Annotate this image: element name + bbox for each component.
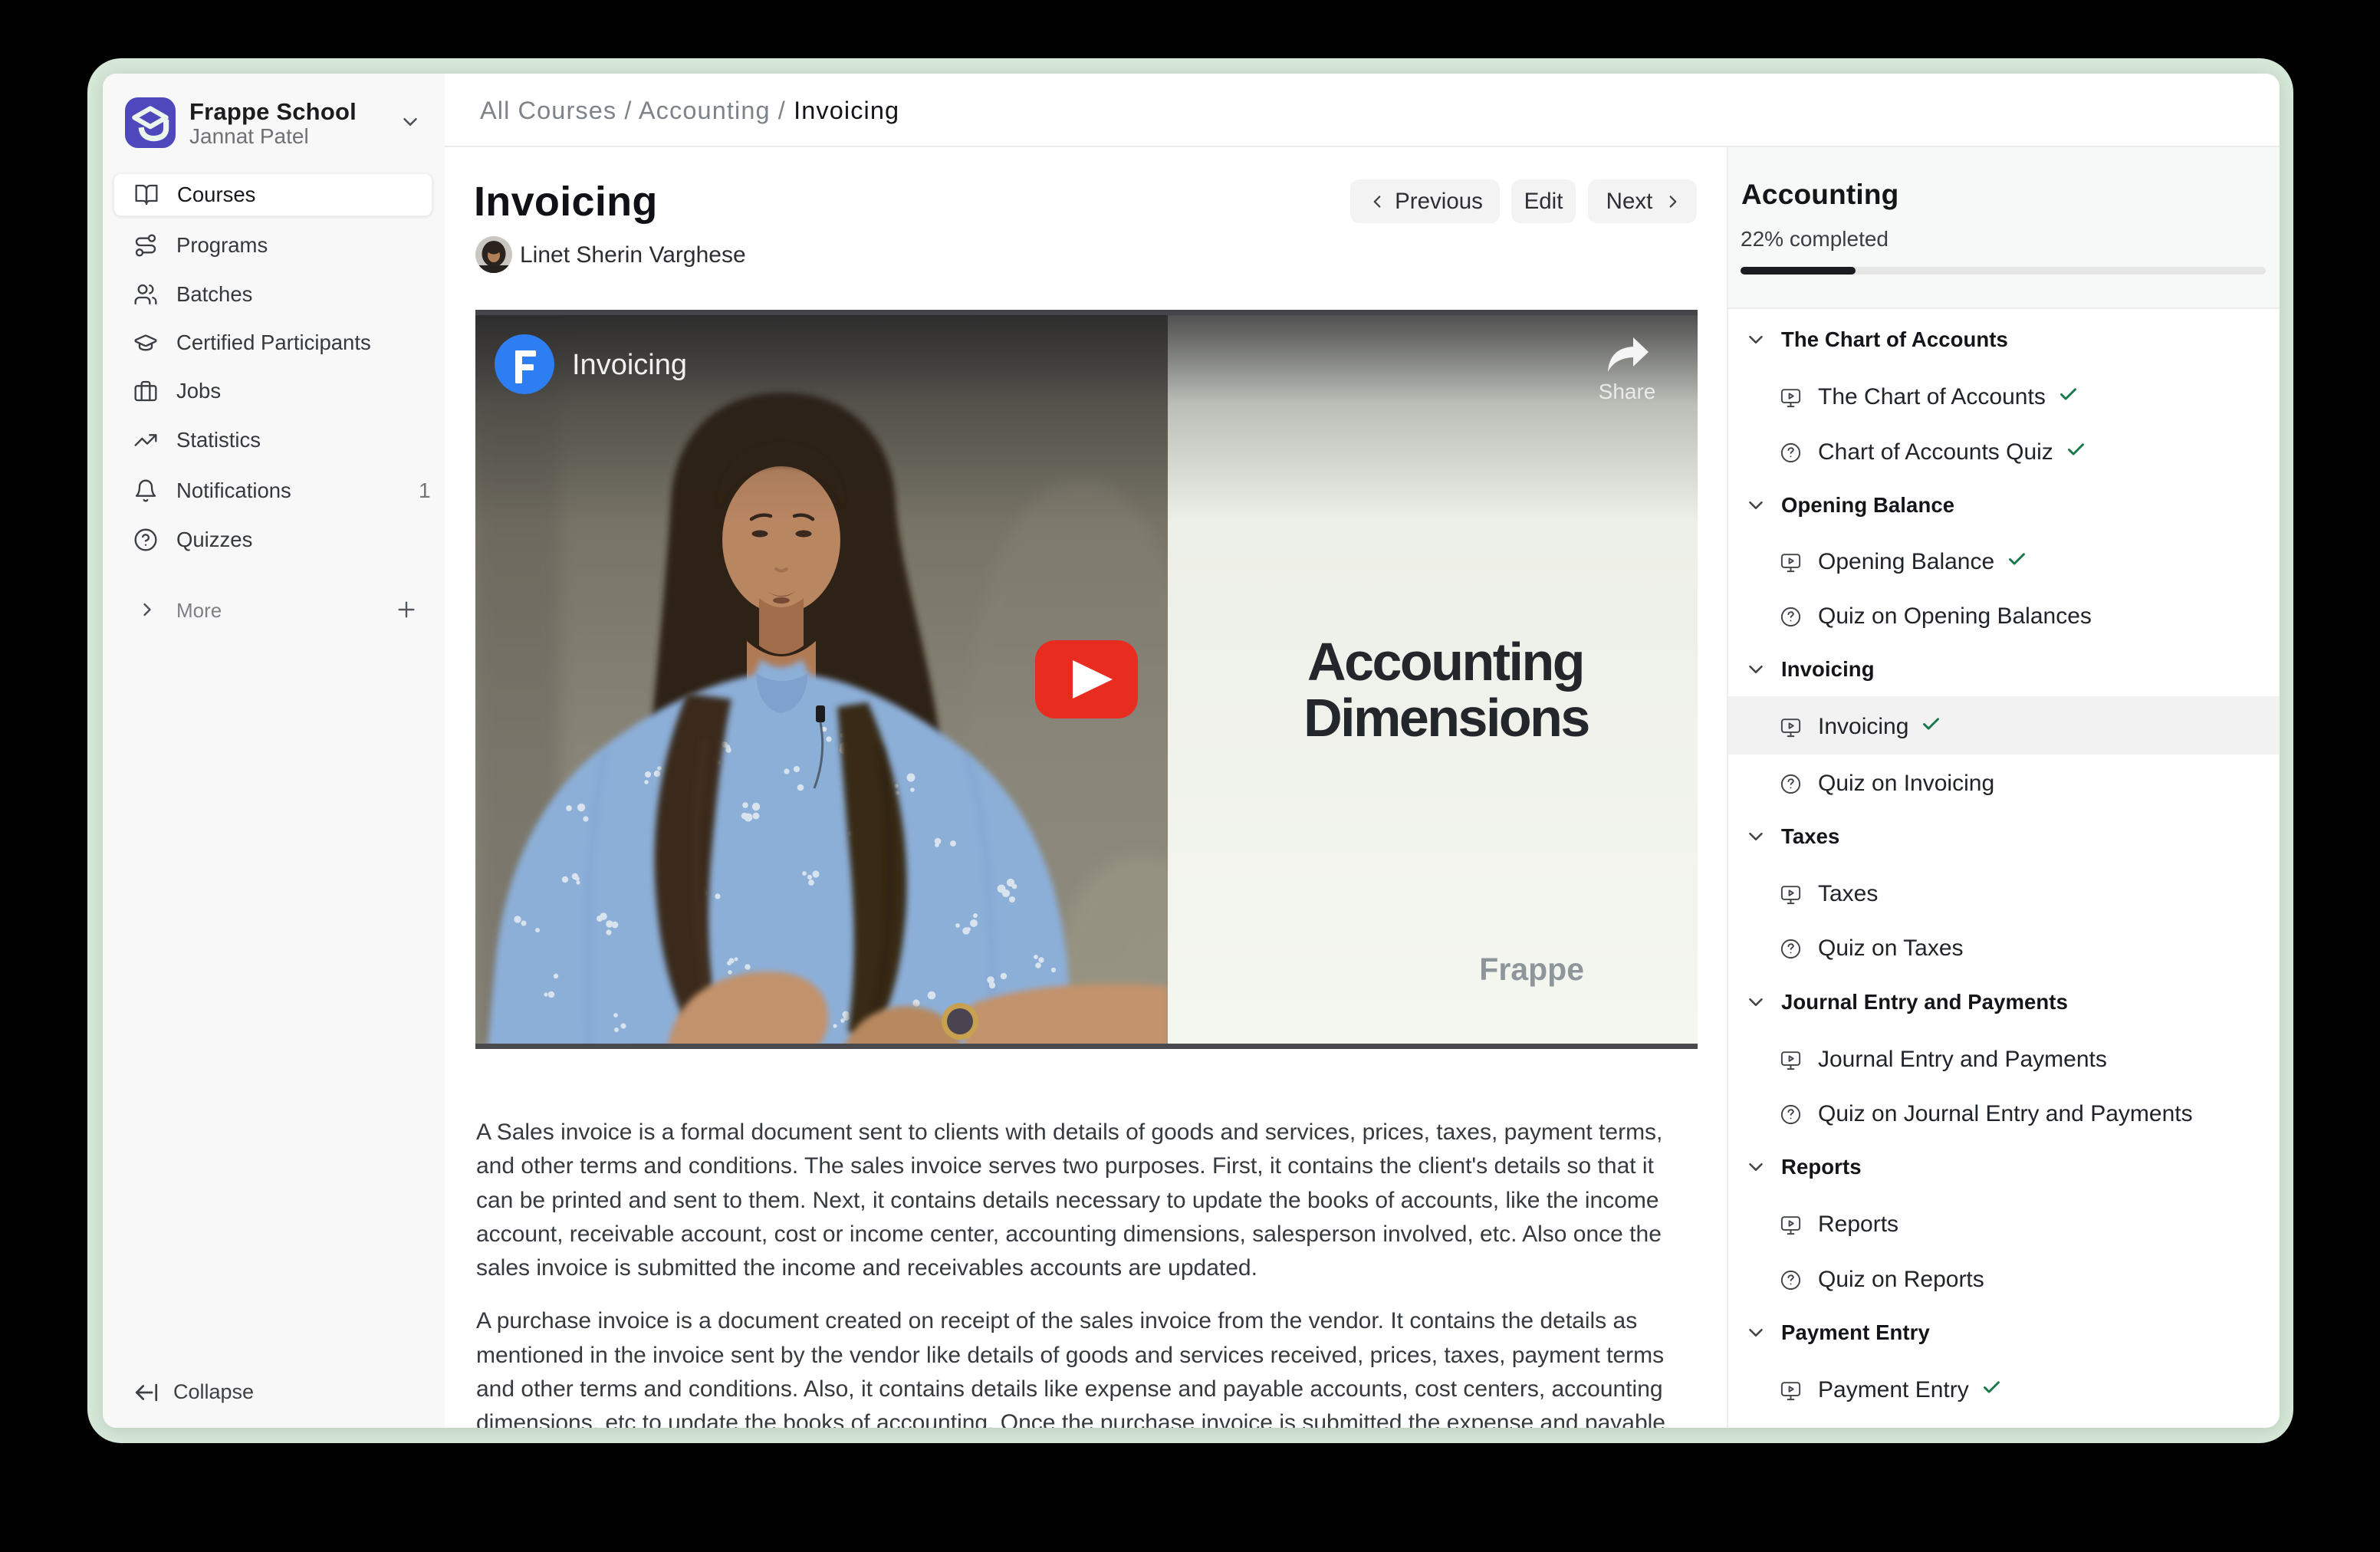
svg-text:Dimensions: Dimensions [1303,688,1589,748]
svg-text:Frappe: Frappe [1479,952,1584,987]
svg-text:Invoicing: Invoicing [572,349,687,381]
svg-text:Accounting: Accounting [1307,632,1583,692]
svg-text:Share: Share [1599,380,1656,403]
